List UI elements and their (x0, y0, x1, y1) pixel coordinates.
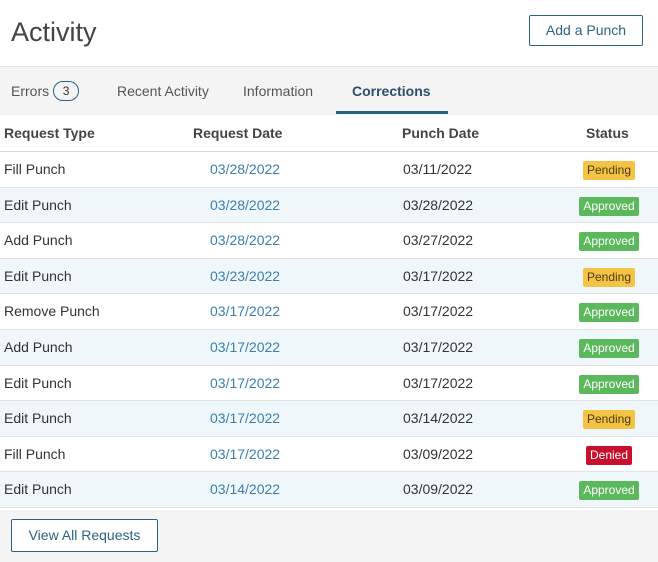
request-date-link[interactable]: 03/17/2022 (210, 294, 280, 329)
tab-information[interactable]: Information (243, 67, 313, 115)
request-date-link[interactable]: 03/14/2022 (210, 472, 280, 507)
punch-date-cell: 03/17/2022 (403, 338, 474, 355)
table-row: Edit Punch 03/17/2022 03/17/2022 Approved (0, 366, 658, 402)
column-header-request-date[interactable]: Request Date (193, 115, 282, 151)
request-type-cell: Fill Punch (4, 161, 66, 177)
status-cell: Denied (577, 437, 641, 472)
request-date-link[interactable]: 03/17/2022 (210, 366, 280, 401)
tab-errors-label: Errors (11, 83, 50, 99)
status-cell: Approved (577, 366, 641, 401)
table-row: Fill Punch 03/17/2022 03/09/2022 Denied (0, 437, 658, 473)
table-row: Fill Punch 03/28/2022 03/11/2022 Pending (0, 152, 658, 188)
table-row: Edit Punch 03/14/2022 03/09/2022 Approved (0, 472, 658, 508)
status-badge: Approved (579, 481, 639, 501)
request-date-link[interactable]: 03/23/2022 (210, 259, 280, 294)
footer: View All Requests (0, 510, 658, 562)
page-title: Activity (11, 17, 97, 47)
status-badge: Approved (579, 303, 639, 323)
punch-date-cell: 03/27/2022 (403, 232, 474, 249)
request-date-link[interactable]: 03/17/2022 (210, 401, 280, 436)
column-header-punch-date[interactable]: Punch Date (402, 115, 479, 151)
status-badge: Approved (579, 232, 639, 252)
punch-date-cell: 03/11/2022 (403, 161, 473, 177)
request-type-cell: Remove Punch (4, 303, 100, 320)
punch-date-cell: 03/17/2022 (403, 267, 474, 284)
request-type-cell: Edit Punch (4, 267, 72, 284)
request-type-cell: Fill Punch (4, 445, 66, 462)
errors-count-badge: 3 (53, 81, 80, 101)
request-type-cell: Edit Punch (4, 374, 72, 391)
punch-date-cell: 03/17/2022 (403, 374, 474, 391)
table-header: Request Type Request Date Punch Date Sta… (0, 115, 658, 152)
table-row: Remove Punch 03/17/2022 03/17/2022 Approved (0, 294, 658, 330)
status-cell: Pending (577, 259, 641, 294)
tab-corrections[interactable]: Corrections (352, 67, 431, 115)
request-type-cell: Add Punch (4, 232, 73, 249)
status-badge: Approved (579, 338, 639, 358)
status-cell: Approved (577, 188, 641, 223)
request-date-link[interactable]: 03/28/2022 (210, 152, 280, 187)
status-badge: Pending (582, 161, 636, 180)
status-badge: Denied (585, 445, 633, 465)
request-date-link[interactable]: 03/28/2022 (210, 188, 280, 223)
table-row: Edit Punch 03/28/2022 03/28/2022 Approved (0, 187, 658, 224)
tab-recent-activity[interactable]: Recent Activity (117, 67, 209, 115)
view-all-requests-button[interactable]: View All Requests (11, 519, 158, 552)
status-cell: Approved (577, 472, 641, 507)
status-badge: Approved (579, 374, 639, 394)
status-badge: Pending (582, 267, 636, 287)
status-cell: Approved (577, 223, 641, 258)
request-date-link[interactable]: 03/17/2022 (210, 330, 280, 365)
corrections-table-body: Fill Punch 03/28/2022 03/11/2022 Pending Edi… (0, 152, 658, 508)
add-punch-button[interactable]: Add a Punch (529, 15, 643, 46)
punch-date-cell: 03/09/2022 (403, 481, 474, 498)
status-cell: Approved (577, 294, 641, 329)
request-type-cell: Add Punch (4, 338, 73, 355)
punch-date-cell: 03/09/2022 (403, 445, 474, 462)
status-badge: Pending (582, 410, 636, 430)
punch-date-cell: 03/28/2022 (403, 196, 474, 213)
request-date-link[interactable]: 03/17/2022 (210, 437, 280, 472)
table-row: Add Punch 03/17/2022 03/17/2022 Approved (0, 329, 658, 366)
request-type-cell: Edit Punch (4, 410, 72, 427)
table-row: Add Punch 03/28/2022 03/27/2022 Approved (0, 223, 658, 259)
table-row: Edit Punch 03/23/2022 03/17/2022 Pending (0, 258, 658, 295)
column-header-request-type[interactable]: Request Type (4, 115, 95, 151)
tab-errors[interactable]: Errors 3 (11, 67, 80, 115)
column-header-status[interactable]: Status (586, 115, 629, 151)
request-type-cell: Edit Punch (4, 196, 72, 213)
request-type-cell: Edit Punch (4, 481, 72, 498)
page-header: Activity Add a Punch (0, 0, 658, 66)
punch-date-cell: 03/17/2022 (403, 303, 474, 320)
status-cell: Pending (577, 152, 641, 187)
active-tab-indicator (336, 111, 448, 114)
tab-bar: Errors 3 Recent Activity Information Corr… (0, 66, 658, 115)
punch-date-cell: 03/14/2022 (403, 410, 474, 427)
table-row: Edit Punch 03/17/2022 03/14/2022 Pending (0, 401, 658, 437)
status-cell: Pending (577, 401, 641, 436)
request-date-link[interactable]: 03/28/2022 (210, 223, 280, 258)
status-badge: Approved (579, 196, 639, 216)
status-cell: Approved (577, 330, 641, 365)
